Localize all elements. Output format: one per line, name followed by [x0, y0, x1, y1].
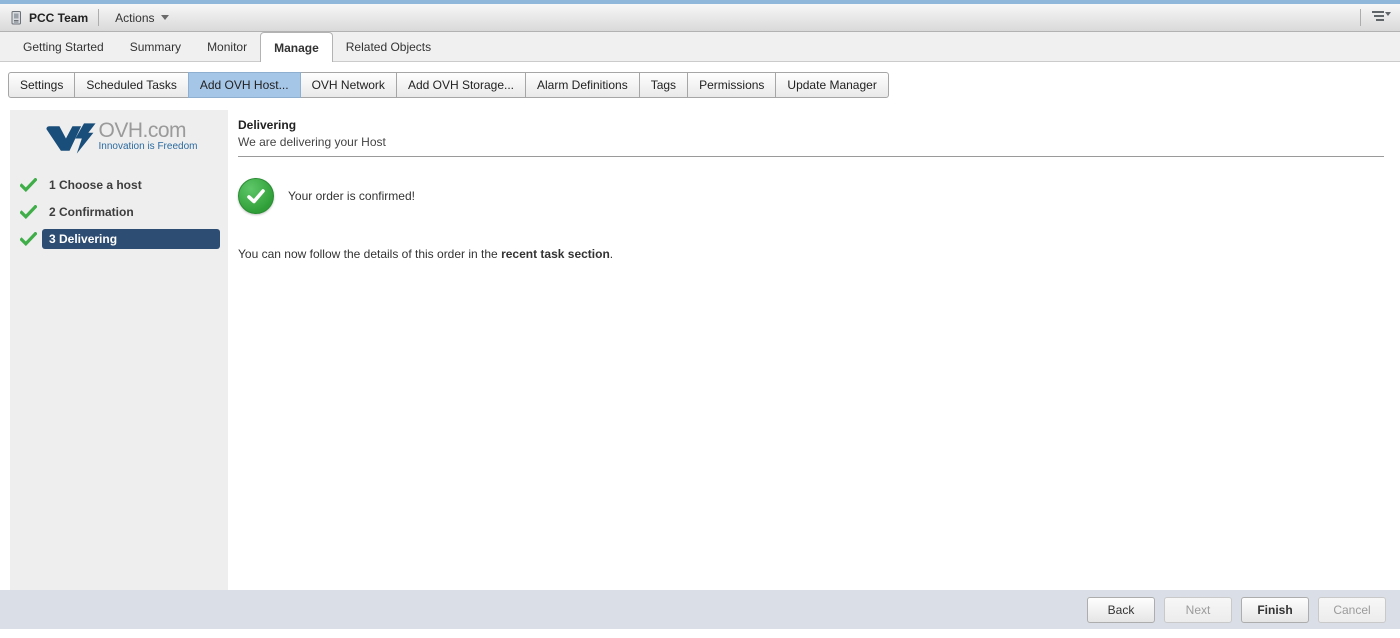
wizard-footer-bar: Back Next Finish Cancel: [0, 590, 1400, 629]
step-complete-check-icon: [20, 205, 37, 219]
content-divider: [238, 156, 1384, 157]
header-right-divider: [1360, 9, 1361, 26]
wizard-steps-list: 1 Choose a host 2 Confirmation 3 Deliver…: [10, 174, 228, 250]
ovh-brand-text: OVH.com: [99, 120, 198, 142]
filter-list-icon[interactable]: [1371, 9, 1392, 26]
wizard-step-delivering[interactable]: 3 Delivering: [10, 228, 228, 250]
main-tabbar: Getting Started Summary Monitor Manage R…: [0, 32, 1400, 62]
manage-subtabbar: Settings Scheduled Tasks Add OVH Host...…: [0, 62, 1400, 110]
step-complete-check-icon: [20, 232, 37, 246]
ovh-tagline: Innovation is Freedom: [99, 141, 198, 152]
wizard-content-pane: Delivering We are delivering your Host Y…: [228, 110, 1400, 590]
confirmation-message: Your order is confirmed!: [288, 189, 415, 203]
wizard-step-confirmation[interactable]: 2 Confirmation: [10, 201, 228, 223]
step-label: 3 Delivering: [42, 229, 220, 249]
tab-monitor[interactable]: Monitor: [194, 32, 260, 61]
step-complete-check-icon: [20, 178, 37, 192]
order-confirmation-row: Your order is confirmed!: [238, 178, 1384, 214]
success-check-icon: [238, 178, 274, 214]
subtab-update-manager[interactable]: Update Manager: [775, 72, 888, 98]
ovh-logo-text: OVH.com Innovation is Freedom: [99, 120, 198, 152]
page-subtitle: We are delivering your Host: [238, 135, 1384, 149]
follow-text-prefix: You can now follow the details of this o…: [238, 247, 501, 261]
subtab-ovh-network[interactable]: OVH Network: [300, 72, 397, 98]
chevron-down-icon: [161, 15, 169, 20]
ovh-logo: OVH.com Innovation is Freedom: [10, 110, 228, 162]
step-label: 1 Choose a host: [42, 175, 220, 195]
actions-menu-button[interactable]: Actions: [109, 8, 174, 28]
step-label: 2 Confirmation: [42, 202, 220, 222]
subtab-tags[interactable]: Tags: [639, 72, 688, 98]
subtab-add-ovh-storage[interactable]: Add OVH Storage...: [396, 72, 526, 98]
next-button: Next: [1164, 597, 1232, 623]
back-button[interactable]: Back: [1087, 597, 1155, 623]
vsphere-web-client-window: PCC Team Actions Getting Started Summary…: [0, 0, 1400, 638]
add-ovh-host-wizard: OVH.com Innovation is Freedom 1 Choose a…: [10, 110, 1400, 590]
actions-label: Actions: [115, 11, 154, 25]
header-divider: [98, 9, 99, 26]
follow-text-bold: recent task section: [501, 247, 610, 261]
subtab-alarm-definitions[interactable]: Alarm Definitions: [525, 72, 640, 98]
follow-text-suffix: .: [610, 247, 613, 261]
cluster-host-icon: [8, 10, 24, 26]
finish-button[interactable]: Finish: [1241, 597, 1309, 623]
subtab-group: Settings Scheduled Tasks Add OVH Host...…: [8, 72, 889, 98]
tab-related-objects[interactable]: Related Objects: [333, 32, 444, 61]
tab-getting-started[interactable]: Getting Started: [10, 32, 117, 61]
subtab-scheduled-tasks[interactable]: Scheduled Tasks: [74, 72, 189, 98]
ovh-logo-mark-icon: [45, 120, 97, 160]
wizard-step-choose-a-host[interactable]: 1 Choose a host: [10, 174, 228, 196]
subtab-add-ovh-host[interactable]: Add OVH Host...: [188, 72, 301, 98]
tab-manage[interactable]: Manage: [260, 32, 333, 62]
subtab-settings[interactable]: Settings: [8, 72, 75, 98]
tab-summary[interactable]: Summary: [117, 32, 194, 61]
follow-instructions: You can now follow the details of this o…: [238, 247, 1384, 261]
object-title: PCC Team: [29, 11, 88, 25]
wizard-sidebar: OVH.com Innovation is Freedom 1 Choose a…: [10, 110, 228, 590]
object-header-toolbar: PCC Team Actions: [0, 4, 1400, 32]
cancel-button: Cancel: [1318, 597, 1386, 623]
subtab-permissions[interactable]: Permissions: [687, 72, 776, 98]
page-title: Delivering: [238, 118, 1384, 132]
